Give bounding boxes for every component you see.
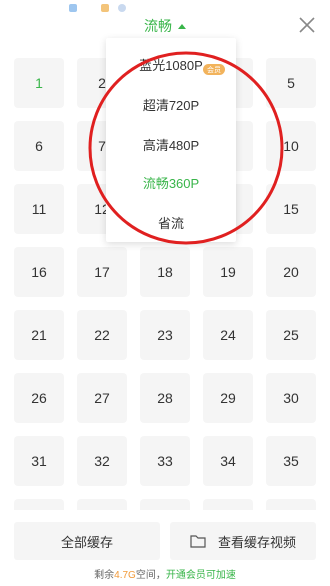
- view-cache-label: 查看缓存视频: [217, 534, 296, 550]
- quality-option-label: 高清480P: [142, 137, 200, 153]
- close-icon: [299, 17, 315, 33]
- episode-tile[interactable]: 33: [140, 436, 190, 486]
- storage-amount: 4.7G: [114, 570, 136, 581]
- close-button[interactable]: [296, 14, 318, 36]
- episode-tile[interactable]: 34: [203, 436, 253, 486]
- episode-tile[interactable]: 18: [140, 247, 190, 297]
- episode-tile[interactable]: 22: [77, 310, 127, 360]
- episode-tile[interactable]: 10: [266, 121, 316, 171]
- notification-icon: [69, 4, 77, 12]
- episode-tile[interactable]: 17: [77, 247, 127, 297]
- episode-tile[interactable]: 23: [140, 310, 190, 360]
- quality-option-1080p[interactable]: 蓝光1080P 会员: [106, 44, 236, 84]
- episode-tile-partial: [266, 499, 316, 510]
- vip-speedup-link[interactable]: 开通会员可加速: [166, 570, 236, 581]
- episode-tile[interactable]: 29: [203, 373, 253, 423]
- episode-tile-partial: [77, 499, 127, 510]
- episode-tile[interactable]: 25: [266, 310, 316, 360]
- storage-suffix: 空间，: [135, 570, 166, 581]
- folder-icon: [190, 535, 206, 548]
- episode-tile[interactable]: 20: [266, 247, 316, 297]
- vip-badge: 会员: [203, 64, 225, 75]
- episode-tile[interactable]: 35: [266, 436, 316, 486]
- episode-tile[interactable]: 30: [266, 373, 316, 423]
- episode-tile[interactable]: 21: [14, 310, 64, 360]
- episode-tile[interactable]: 31: [14, 436, 64, 486]
- storage-note: 剩余4.7G空间，开通会员可加速: [0, 566, 330, 581]
- quality-option-label: 蓝光1080P: [139, 57, 203, 73]
- quality-option-label: 省流: [157, 215, 184, 231]
- episode-tile[interactable]: 24: [203, 310, 253, 360]
- episode-tile[interactable]: 11: [14, 184, 64, 234]
- quality-option-720p[interactable]: 超清720P: [106, 84, 236, 124]
- view-cache-button[interactable]: 查看缓存视频: [170, 522, 316, 560]
- episode-tile[interactable]: 15: [266, 184, 316, 234]
- quality-option-save-data[interactable]: 省流: [106, 202, 236, 242]
- app-icon: [101, 4, 109, 12]
- episode-tile-partial: [14, 499, 64, 510]
- quality-dropdown: 蓝光1080P 会员 超清720P 高清480P 流畅360P 省流: [106, 38, 236, 242]
- cache-all-button[interactable]: 全部缓存: [14, 522, 160, 560]
- caret-up-icon: [178, 23, 186, 29]
- quality-option-480p[interactable]: 高清480P: [106, 124, 236, 164]
- cache-all-label: 全部缓存: [60, 534, 113, 550]
- header: 流畅: [0, 14, 330, 38]
- current-quality-label: 流畅: [144, 18, 172, 34]
- episode-tile-partial: [203, 499, 253, 510]
- settings-icon: [118, 4, 126, 12]
- episode-tile[interactable]: 28: [140, 373, 190, 423]
- quality-option-label: 流畅360P: [142, 175, 200, 191]
- storage-prefix: 剩余: [94, 570, 115, 581]
- quality-option-label: 超清720P: [142, 97, 200, 113]
- episode-tile[interactable]: 6: [14, 121, 64, 171]
- episode-tile[interactable]: 32: [77, 436, 127, 486]
- episode-tile[interactable]: 26: [14, 373, 64, 423]
- episode-tile[interactable]: 1: [14, 58, 64, 108]
- episode-tile[interactable]: 5: [266, 58, 316, 108]
- episode-tile[interactable]: 19: [203, 247, 253, 297]
- episode-tile-partial: [140, 499, 190, 510]
- episode-tile[interactable]: 16: [14, 247, 64, 297]
- quality-selector[interactable]: 流畅: [144, 16, 186, 36]
- episode-tile[interactable]: 27: [77, 373, 127, 423]
- quality-option-360p[interactable]: 流畅360P: [106, 162, 236, 202]
- status-bar: [0, 0, 330, 14]
